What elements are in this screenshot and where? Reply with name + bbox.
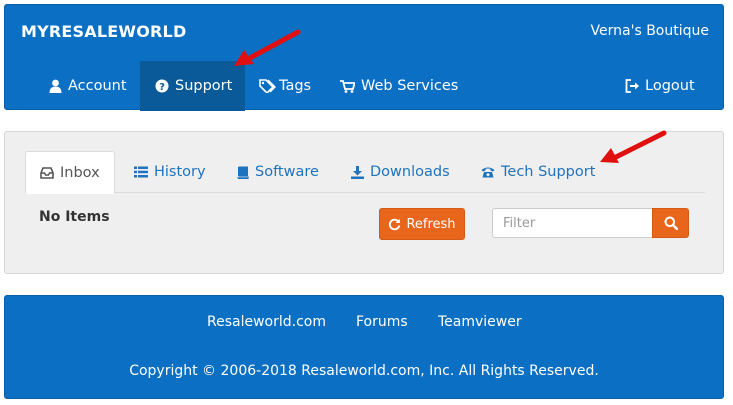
nav-web-services-label: Web Services	[361, 78, 459, 94]
refresh-icon	[388, 218, 401, 231]
nav-tags[interactable]: Tags	[259, 61, 311, 111]
nav-support[interactable]: ? Support	[140, 61, 245, 111]
filter-input[interactable]	[492, 208, 652, 238]
nav-support-label: Support	[175, 78, 233, 94]
nav-tags-label: Tags	[279, 78, 312, 94]
copyright-text: Copyright © 2006-2018 Resaleworld.com, I…	[129, 363, 599, 379]
main-nav: Account ? Support Tags Web Services Logo…	[5, 61, 723, 111]
inbox-icon	[40, 166, 54, 179]
empty-state-text: No Items	[39, 209, 110, 225]
tab-inbox[interactable]: Inbox	[25, 151, 115, 194]
tab-software[interactable]: Software	[223, 151, 333, 193]
footer: Resaleworld.com Forums Teamviewer Copyri…	[4, 295, 724, 399]
top-navbar: MYRESALEWORLD Verna's Boutique Account ?…	[4, 4, 724, 111]
brand-logo[interactable]: MYRESALEWORLD	[21, 22, 186, 41]
logout-icon	[625, 79, 641, 93]
search-button[interactable]	[652, 208, 689, 238]
svg-text:?: ?	[159, 82, 165, 93]
list-icon	[134, 166, 148, 178]
nav-account[interactable]: Account	[49, 61, 127, 111]
content-panel: Inbox History Software Downloads Tech Su…	[4, 131, 724, 274]
phone-icon	[481, 166, 495, 178]
tab-bar: Inbox History Software Downloads Tech Su…	[25, 151, 705, 194]
tab-tech-support[interactable]: Tech Support	[467, 151, 609, 193]
user-icon	[49, 79, 62, 93]
store-name: Verna's Boutique	[590, 23, 709, 39]
tags-icon	[259, 79, 277, 93]
footer-link-resaleworld[interactable]: Resaleworld.com	[207, 314, 326, 330]
search-icon	[664, 216, 678, 230]
tab-inbox-label: Inbox	[60, 164, 100, 181]
download-icon	[351, 165, 364, 179]
footer-link-teamviewer[interactable]: Teamviewer	[438, 314, 522, 330]
nav-account-label: Account	[68, 78, 127, 94]
tab-downloads-label: Downloads	[370, 164, 450, 180]
nav-web-services[interactable]: Web Services	[340, 61, 458, 111]
nav-logout-label: Logout	[645, 78, 695, 94]
refresh-button[interactable]: Refresh	[379, 208, 465, 240]
question-circle-icon: ?	[155, 79, 169, 93]
tab-software-label: Software	[255, 164, 319, 180]
book-icon	[237, 166, 249, 179]
tab-history[interactable]: History	[120, 151, 220, 193]
nav-logout[interactable]: Logout	[625, 61, 695, 111]
tab-history-label: History	[154, 164, 206, 180]
refresh-label: Refresh	[406, 216, 456, 232]
cart-icon	[340, 79, 355, 93]
tab-downloads[interactable]: Downloads	[337, 151, 464, 193]
tab-tech-support-label: Tech Support	[501, 164, 596, 180]
footer-link-forums[interactable]: Forums	[356, 314, 408, 330]
